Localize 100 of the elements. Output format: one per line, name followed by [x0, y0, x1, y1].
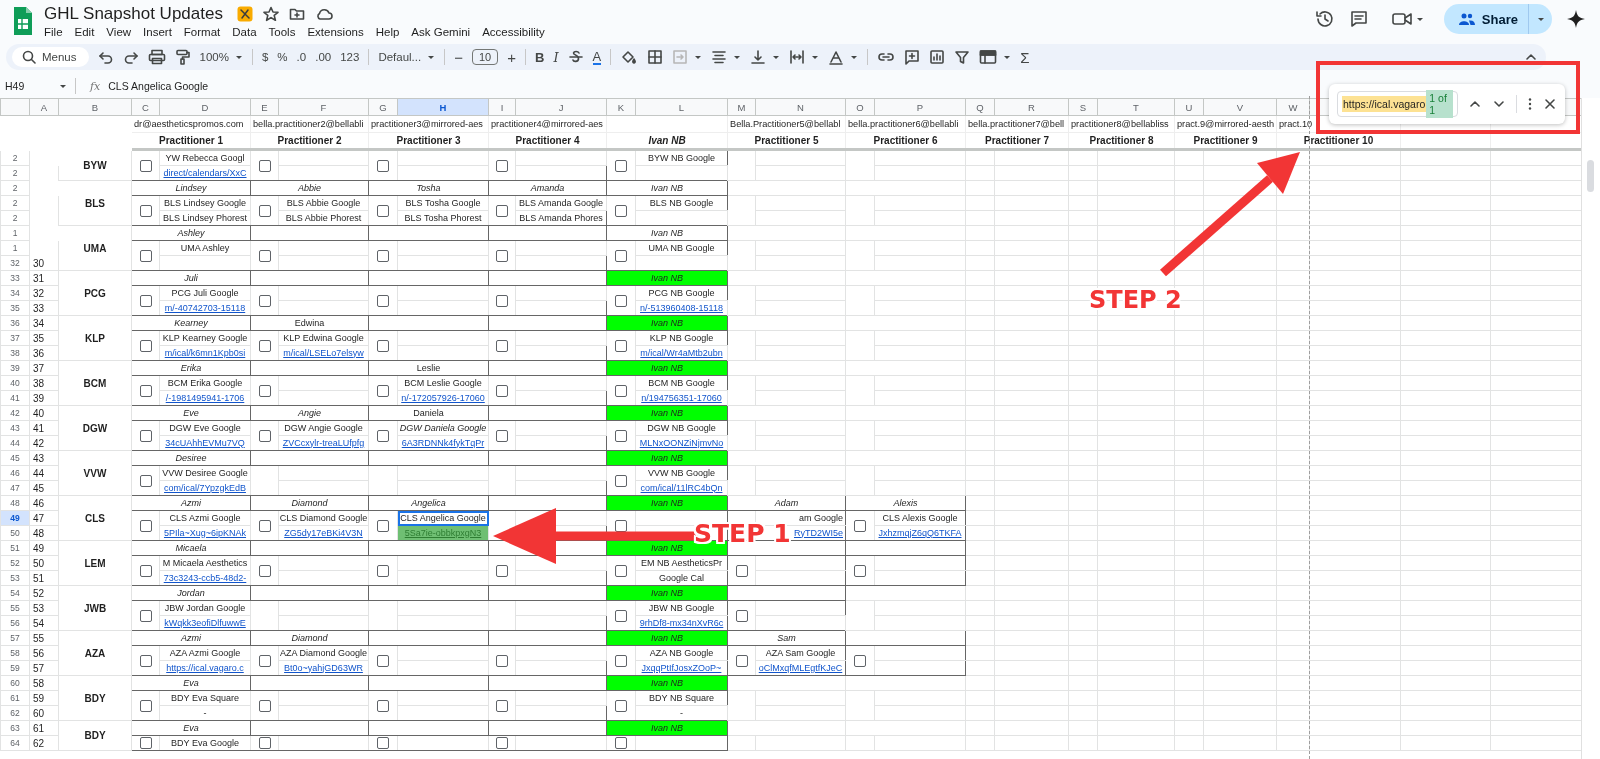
checkbox[interactable] [615, 339, 627, 352]
checkbox[interactable] [496, 159, 508, 172]
checkbox[interactable] [258, 519, 271, 532]
checkbox[interactable] [139, 429, 152, 442]
checkbox[interactable] [377, 159, 389, 172]
checkbox[interactable] [496, 429, 508, 442]
menu-item[interactable]: View [106, 26, 132, 38]
column-header[interactable]: P [874, 98, 966, 116]
checkbox[interactable] [854, 519, 866, 532]
search-menus-field[interactable]: Menus [12, 47, 89, 67]
menu-item[interactable]: Extensions [307, 26, 364, 38]
column-header[interactable]: N [755, 98, 846, 116]
bold-button[interactable]: B [535, 49, 545, 65]
text-rotate-icon[interactable] [828, 49, 845, 65]
checkbox[interactable] [496, 339, 508, 352]
menu-item[interactable]: Help [375, 26, 400, 38]
checkbox[interactable] [615, 249, 627, 262]
checkbox[interactable] [615, 159, 627, 172]
column-header[interactable]: O [845, 98, 875, 116]
checkbox[interactable] [139, 384, 152, 397]
undo-icon[interactable] [97, 49, 114, 65]
checkbox[interactable] [377, 294, 389, 307]
checkbox[interactable] [258, 737, 271, 749]
formula-field[interactable]: CLS Angelica Google [108, 80, 209, 92]
menu-item[interactable]: Edit [74, 26, 95, 38]
menu-item[interactable]: Format [183, 26, 221, 38]
menu-item[interactable]: Ask Gemini [411, 26, 471, 38]
column-header[interactable]: Q [965, 98, 995, 116]
checkbox[interactable] [139, 294, 152, 307]
checkbox[interactable] [258, 204, 271, 217]
sparkle-icon[interactable] [1566, 9, 1586, 29]
name-box[interactable]: H49 [0, 78, 76, 94]
checkbox[interactable] [496, 737, 508, 749]
column-header[interactable]: C [131, 98, 160, 116]
functions-button[interactable]: Σ [1020, 48, 1030, 66]
document-title[interactable]: GHL Snapshot Updates [44, 4, 223, 24]
history-icon[interactable] [1314, 9, 1335, 29]
menu-item[interactable]: File [44, 26, 63, 38]
checkbox[interactable] [496, 204, 508, 217]
align-icon[interactable] [711, 49, 728, 65]
checkbox[interactable] [139, 204, 152, 217]
checkbox[interactable] [615, 429, 627, 442]
checkbox[interactable] [615, 699, 627, 712]
share-button[interactable]: Share [1443, 4, 1528, 34]
checkbox[interactable] [139, 609, 152, 622]
checkbox[interactable] [854, 564, 866, 577]
column-header[interactable]: L [635, 98, 728, 116]
column-header[interactable]: U [1174, 98, 1204, 116]
column-header[interactable]: G [368, 98, 398, 116]
checkbox[interactable] [377, 564, 389, 577]
checkbox[interactable] [258, 159, 271, 172]
decrease-decimals[interactable]: .0 [296, 51, 307, 63]
zoom-select[interactable]: 100% [199, 51, 229, 63]
checkbox[interactable] [615, 609, 627, 622]
checkbox[interactable] [139, 699, 152, 712]
checkbox[interactable] [258, 339, 271, 352]
italic-button[interactable]: I [553, 49, 559, 65]
decrease-font-size[interactable]: − [454, 48, 463, 66]
checkbox[interactable] [496, 294, 508, 307]
strikethrough-icon[interactable] [567, 49, 584, 65]
checkbox[interactable] [615, 654, 627, 667]
checkbox[interactable] [377, 519, 389, 532]
checkbox[interactable] [615, 474, 627, 487]
checkbox[interactable] [258, 654, 271, 667]
checkbox[interactable] [258, 294, 271, 307]
checkbox[interactable] [139, 474, 152, 487]
increase-decimals[interactable]: .00 [315, 51, 332, 63]
column-header[interactable]: F [278, 98, 369, 116]
column-header[interactable]: D [159, 98, 251, 116]
checkbox[interactable] [377, 339, 389, 352]
checkbox[interactable] [377, 384, 389, 397]
checkbox[interactable] [139, 519, 152, 532]
checkbox[interactable] [615, 294, 627, 307]
print-icon[interactable] [147, 49, 166, 65]
text-color-button[interactable]: A [592, 49, 602, 65]
column-header[interactable]: J [515, 98, 607, 116]
link[interactable]: JxhzmqjZ6qQ6TKFA [874, 525, 966, 541]
checkbox[interactable] [139, 249, 152, 262]
checkbox[interactable] [377, 249, 389, 262]
checkbox[interactable] [139, 654, 152, 667]
checkbox[interactable] [615, 519, 627, 532]
checkbox[interactable] [258, 249, 271, 262]
checkbox[interactable] [496, 564, 508, 577]
font-size-field[interactable]: 10 [471, 49, 499, 65]
checkbox[interactable] [377, 699, 389, 712]
menu-item[interactable]: Accessibility [482, 26, 545, 38]
checkbox[interactable] [139, 159, 152, 172]
checkbox[interactable] [377, 204, 389, 217]
menu-item[interactable]: Data [232, 26, 257, 38]
checkbox[interactable] [615, 384, 627, 397]
text-wrap-icon[interactable] [789, 49, 806, 65]
column-header[interactable]: B [58, 98, 132, 116]
column-header[interactable]: K [606, 98, 636, 116]
comment-icon[interactable] [1348, 9, 1369, 29]
column-header[interactable]: V [1203, 98, 1277, 116]
folder-icon[interactable] [288, 6, 305, 22]
checkbox[interactable] [139, 737, 152, 749]
checkbox[interactable] [615, 204, 627, 217]
checkbox[interactable] [258, 429, 271, 442]
column-header[interactable]: I [488, 98, 516, 116]
